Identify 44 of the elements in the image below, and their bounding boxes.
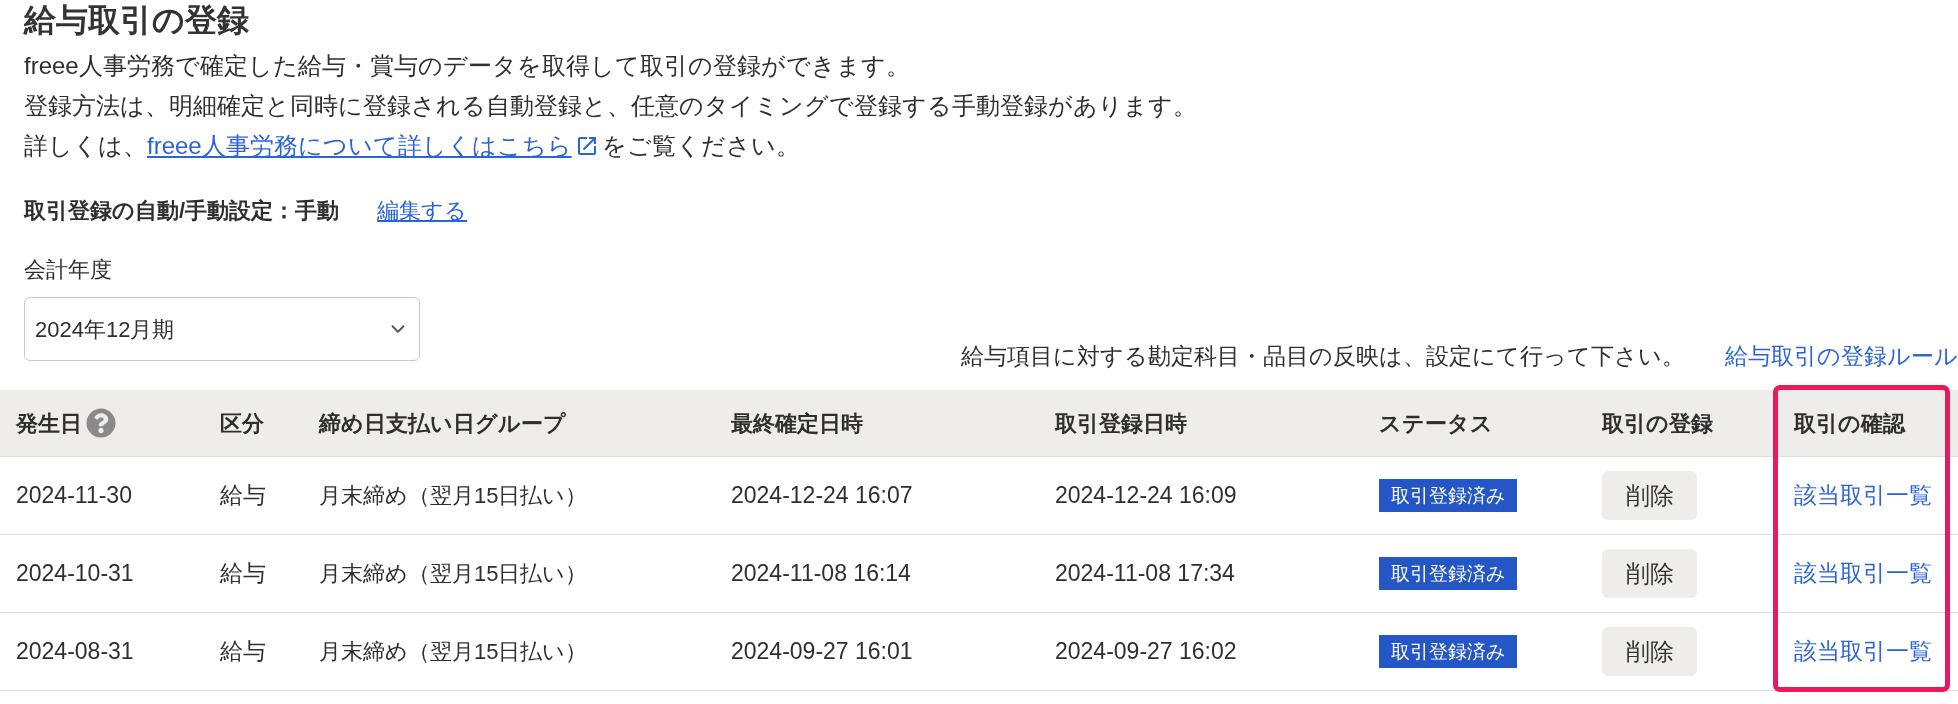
closing-group-text: 月末締め（翌月15日払い）: [319, 560, 588, 588]
status-badge: 取引登録済み: [1379, 479, 1517, 512]
edit-link[interactable]: 編集する: [377, 193, 468, 227]
column-header: ステータス: [1379, 409, 1493, 438]
help-link[interactable]: freee人事労務について詳しくはこちら: [147, 126, 572, 166]
finalized-datetime-text: 2024-12-24 16:07: [731, 481, 913, 511]
column-header: 取引の確認: [1794, 409, 1905, 438]
field-label: 会計年度: [24, 256, 112, 284]
intro-text: 詳しくは、freee人事労務について詳しくはこちら をご覧ください。: [24, 126, 800, 166]
intro-text: 登録方法は、明細確定と同時に登録される自動登録と、任意のタイミングで登録する手動登録があります。: [24, 91, 1197, 121]
category-text: 給与: [220, 559, 266, 589]
intro-text: freee人事労務で確定した給与・賞与のデータを取得して取引の登録ができます。: [24, 51, 910, 81]
rules-link[interactable]: 給与取引の登録ルール: [1725, 341, 1958, 371]
fiscal-year-select[interactable]: 2024年12月期: [24, 297, 420, 361]
column-header: 取引登録日時: [1055, 409, 1187, 438]
date-text: 2024-11-30: [16, 481, 132, 511]
column-header: 区分: [220, 409, 264, 438]
registered-datetime-text: 2024-12-24 16:09: [1055, 481, 1237, 511]
column-header: 発生日: [16, 409, 82, 438]
category-text: 給与: [220, 481, 266, 511]
column-header: 締め日支払い日グループ: [319, 409, 566, 438]
delete-button[interactable]: 削除: [1602, 627, 1697, 676]
page-title: 給与取引の登録: [24, 1, 249, 40]
registered-datetime-text: 2024-09-27 16:02: [1055, 637, 1237, 667]
help-icon[interactable]: [86, 408, 116, 438]
delete-button[interactable]: 削除: [1602, 549, 1697, 598]
registered-datetime-text: 2024-11-08 17:34: [1055, 559, 1235, 589]
date-text: 2024-10-31: [16, 559, 134, 589]
closing-group-text: 月末締め（翌月15日払い）: [319, 482, 588, 510]
category-text: 給与: [220, 637, 266, 667]
finalized-datetime-text: 2024-09-27 16:01: [731, 637, 913, 667]
delete-button[interactable]: 削除: [1602, 471, 1697, 520]
notice-text: 給与項目に対する勘定科目・品目の反映は、設定にて行って下さい。: [961, 342, 1685, 371]
setting-label: 取引登録の自動/手動設定：手動: [24, 196, 340, 225]
finalized-datetime-text: 2024-11-08 16:14: [731, 559, 911, 589]
column-header: 取引の登録: [1602, 409, 1713, 438]
column-header: 最終確定日時: [731, 409, 863, 438]
closing-group-text: 月末締め（翌月15日払い）: [319, 638, 588, 666]
transactions-link[interactable]: 該当取引一覧: [1794, 478, 1932, 513]
transactions-link[interactable]: 該当取引一覧: [1794, 634, 1932, 669]
status-badge: 取引登録済み: [1379, 557, 1517, 590]
transactions-link[interactable]: 該当取引一覧: [1794, 556, 1932, 591]
date-text: 2024-08-31: [16, 637, 134, 667]
status-badge: 取引登録済み: [1379, 635, 1517, 668]
